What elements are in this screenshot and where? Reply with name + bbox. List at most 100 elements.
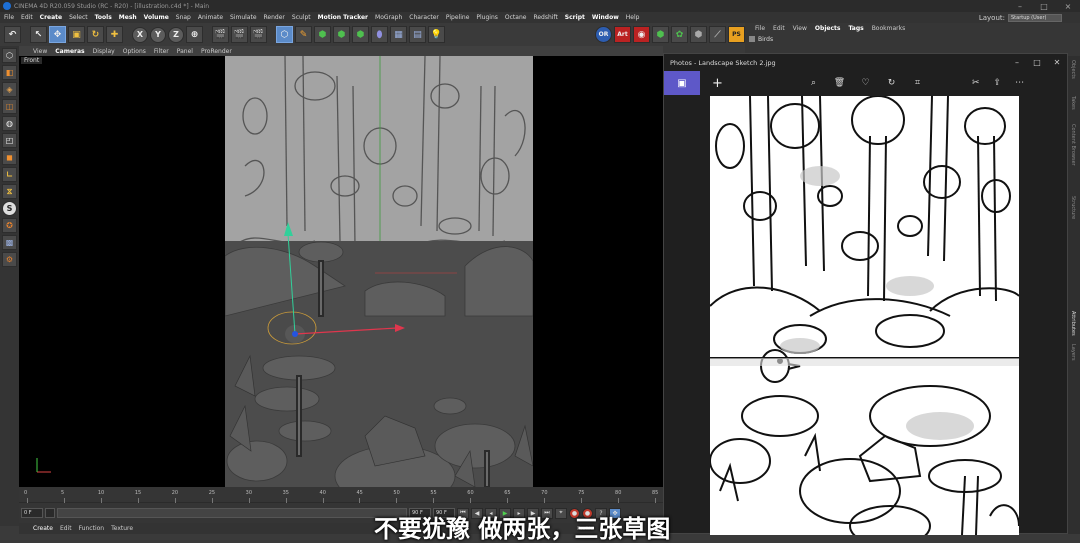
timeline-ruler[interactable]: 0 5 10 15 20 25 30 35 40 45 50 55 60 65 70 75 80 85	[19, 487, 663, 503]
menu-pipeline[interactable]: Pipeline	[446, 14, 469, 21]
favorite-icon[interactable]: ♡	[858, 78, 873, 88]
start-frame-field[interactable]: 0 F	[21, 508, 43, 518]
menu-render[interactable]: Render	[264, 14, 285, 21]
deformer-icon[interactable]: ⬢	[352, 26, 369, 43]
more-options-icon[interactable]: ⋯	[1015, 78, 1024, 88]
menu-plugins[interactable]: Plugins	[476, 14, 498, 21]
menu-character[interactable]: Character	[409, 14, 439, 21]
maximize-button[interactable]: □	[1032, 2, 1056, 11]
material-menu-function[interactable]: Function	[79, 525, 105, 532]
menu-tools[interactable]: Tools	[95, 14, 112, 21]
tab-takes[interactable]: Takes	[1070, 96, 1076, 110]
coordinate-system-icon[interactable]: ⊕	[186, 26, 203, 43]
see-all-photos-icon[interactable]: ▣	[664, 71, 700, 95]
add-object-icon[interactable]: ✚	[106, 26, 123, 43]
render-view-icon[interactable]: 🎬	[212, 26, 229, 43]
workplane-icon[interactable]: ◫	[2, 99, 17, 114]
texture-mode-icon[interactable]: ◈	[2, 82, 17, 97]
viewport-menu-display[interactable]: Display	[93, 48, 115, 55]
delete-icon[interactable]: 🗑	[832, 78, 847, 88]
material-menu-texture[interactable]: Texture	[111, 525, 133, 532]
menu-select[interactable]: Select	[69, 14, 88, 21]
menu-edit[interactable]: Edit	[21, 14, 33, 21]
lock-workplane-icon[interactable]: ⚙	[2, 252, 17, 267]
tab-content-browser[interactable]: Content Browser	[1070, 124, 1076, 166]
live-selection-icon[interactable]: ↖	[30, 26, 47, 43]
polygons-mode-icon[interactable]: ◼	[2, 150, 17, 165]
viewport-menu-prorender[interactable]: ProRender	[201, 48, 232, 55]
snapshot-icon[interactable]: ◉	[633, 26, 650, 43]
plugin-icon-3[interactable]: ⬢	[690, 26, 707, 43]
minimize-button[interactable]: –	[1008, 2, 1032, 11]
cloner-icon[interactable]: ⬢	[333, 26, 350, 43]
frame-stepper[interactable]	[45, 508, 55, 518]
rotate-tool-icon[interactable]: ↻	[87, 26, 104, 43]
om-menu-edit[interactable]: Edit	[773, 25, 785, 32]
pen-icon[interactable]: ✎	[295, 26, 312, 43]
crop-icon[interactable]: ⌗	[910, 78, 925, 88]
menu-snap[interactable]: Snap	[176, 14, 191, 21]
menu-octane[interactable]: Octane	[505, 14, 527, 21]
move-tool-icon[interactable]: ✥	[49, 26, 66, 43]
snap-icon[interactable]: S	[2, 201, 17, 216]
model-mode-icon[interactable]: ◧	[2, 65, 17, 80]
front-viewport[interactable]: Front	[19, 56, 663, 487]
edges-mode-icon[interactable]: ◰	[2, 133, 17, 148]
om-menu-objects[interactable]: Objects	[815, 25, 841, 32]
menu-mograph[interactable]: MoGraph	[375, 14, 402, 21]
menu-animate[interactable]: Animate	[198, 14, 223, 21]
frame-range-slider[interactable]	[57, 508, 407, 518]
menu-simulate[interactable]: Simulate	[230, 14, 257, 21]
add-to-icon[interactable]: +	[712, 76, 723, 91]
rotate-icon[interactable]: ↻	[884, 78, 899, 88]
om-menu-bookmarks[interactable]: Bookmarks	[872, 25, 906, 32]
om-menu-file[interactable]: File	[755, 25, 765, 32]
layout-dropdown[interactable]: Startup (User)	[1008, 13, 1062, 22]
viewport-menu-view[interactable]: View	[33, 48, 47, 55]
om-menu-tags[interactable]: Tags	[848, 25, 863, 32]
menu-window[interactable]: Window	[592, 14, 619, 21]
plugin-icon-4[interactable]: ⟋	[709, 26, 726, 43]
points-mode-icon[interactable]: ◍	[2, 116, 17, 131]
menu-sculpt[interactable]: Sculpt	[292, 14, 311, 21]
zoom-icon[interactable]: ⌕	[806, 78, 821, 88]
scene-render[interactable]	[225, 56, 533, 487]
material-menu-create[interactable]: Create	[33, 525, 53, 532]
viewport-menu-options[interactable]: Options	[123, 48, 146, 55]
menu-file[interactable]: File	[4, 14, 14, 21]
menu-help[interactable]: Help	[626, 14, 640, 21]
tweak-mode-icon[interactable]: ⧖	[2, 184, 17, 199]
viewport-menu-panel[interactable]: Panel	[177, 48, 193, 55]
octane-render-icon[interactable]: OR	[595, 26, 612, 43]
edit-create-icon[interactable]: ✂	[972, 78, 980, 88]
menu-create[interactable]: Create	[40, 14, 62, 21]
photos-minimize-button[interactable]: –	[1007, 58, 1027, 67]
photos-close-button[interactable]: ✕	[1047, 58, 1067, 67]
workplane-grid-icon[interactable]: ▩	[2, 235, 17, 250]
render-picture-viewer-icon[interactable]: 🎬	[231, 26, 248, 43]
scene-icon[interactable]: ⬮	[371, 26, 388, 43]
z-axis-lock[interactable]: Z	[168, 26, 184, 43]
camera-icon[interactable]: ▤	[409, 26, 426, 43]
enable-axis-icon[interactable]: ∟	[2, 167, 17, 182]
cube-icon[interactable]: ⬡	[276, 26, 293, 43]
photoshop-bridge-button[interactable]: PS	[728, 26, 745, 43]
om-menu-view[interactable]: View	[793, 25, 807, 32]
tab-structure[interactable]: Structure	[1070, 196, 1076, 219]
tab-layers[interactable]: Layers	[1070, 344, 1076, 361]
share-icon[interactable]: ⇪	[994, 78, 1002, 88]
material-menu-edit[interactable]: Edit	[60, 525, 72, 532]
undo-icon[interactable]: ↶	[4, 26, 21, 43]
menu-motion-tracker[interactable]: Motion Tracker	[318, 14, 368, 21]
scale-tool-icon[interactable]: ▣	[68, 26, 85, 43]
plugin-icon-1[interactable]: ⬢	[652, 26, 669, 43]
menu-script[interactable]: Script	[565, 14, 585, 21]
menu-mesh[interactable]: Mesh	[119, 14, 137, 21]
close-button[interactable]: ×	[1056, 2, 1080, 11]
quantize-icon[interactable]: ✪	[2, 218, 17, 233]
make-editable-icon[interactable]: ⬡	[2, 48, 17, 63]
light-icon[interactable]: 💡	[428, 26, 445, 43]
x-axis-lock[interactable]: X	[132, 26, 148, 43]
tab-objects[interactable]: Objects	[1070, 60, 1076, 79]
viewport-menu-cameras[interactable]: Cameras	[55, 48, 84, 55]
